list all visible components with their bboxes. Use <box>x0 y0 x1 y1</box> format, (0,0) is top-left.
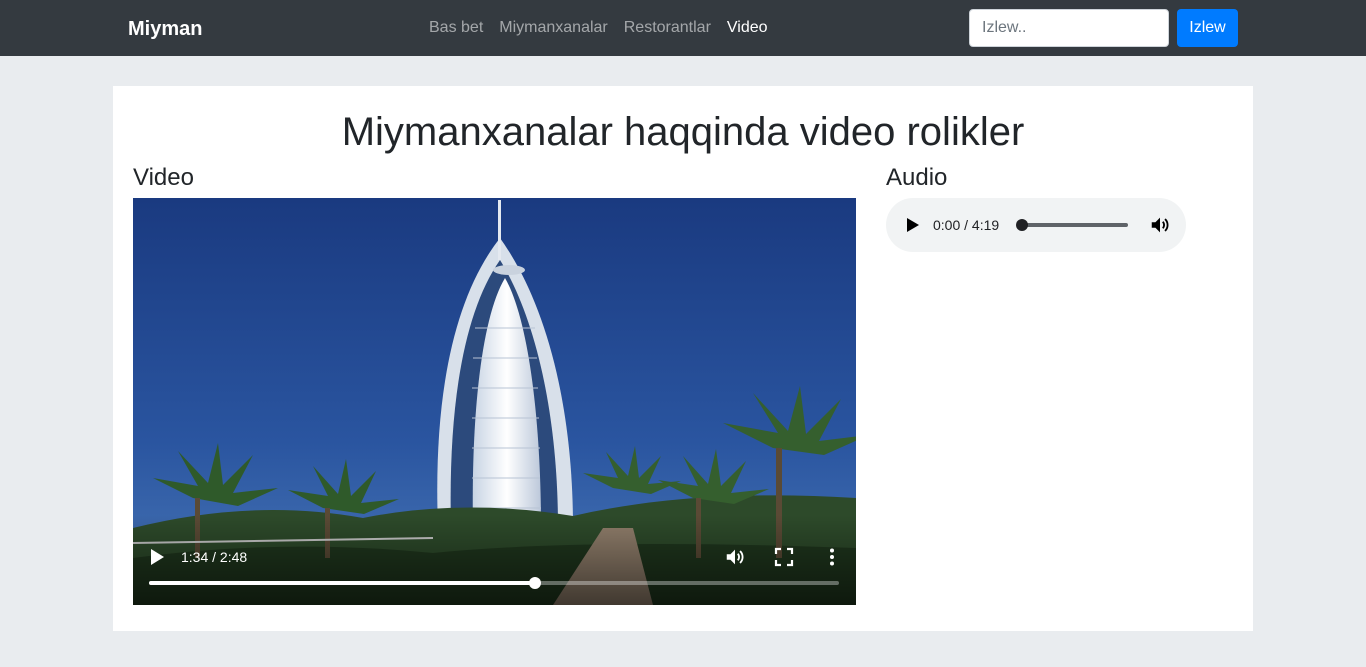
video-heading: Video <box>133 164 194 191</box>
nav-links: Bas bet Miymanxanalar Restorantlar Video <box>421 0 776 56</box>
play-icon[interactable] <box>149 548 165 566</box>
search-input[interactable] <box>969 9 1169 47</box>
video-player[interactable]: 1:34 / 2:48 <box>133 198 856 605</box>
audio-time-display: 0:00 / 4:19 <box>933 217 1000 233</box>
navbar: Miyman Bas bet Miymanxanalar Restorantla… <box>0 0 1366 56</box>
volume-icon[interactable] <box>1149 214 1171 236</box>
nav-link-restaurants[interactable]: Restorantlar <box>616 0 719 56</box>
nav-link-hotels[interactable]: Miymanxanalar <box>491 0 615 56</box>
nav-link-video[interactable]: Video <box>719 0 776 56</box>
fullscreen-icon[interactable] <box>774 547 794 567</box>
content-card: Miymanxanalar haqqinda video rolikler Vi… <box>113 86 1253 631</box>
brand-logo[interactable]: Miyman <box>128 17 202 41</box>
search-button[interactable]: Izlew <box>1177 9 1238 47</box>
volume-icon[interactable] <box>724 546 746 568</box>
audio-heading: Audio <box>886 164 948 191</box>
audio-player[interactable]: 0:00 / 4:19 <box>886 198 1186 252</box>
video-progress-bar[interactable] <box>149 577 839 589</box>
video-progress-fill <box>149 581 536 585</box>
page-title: Miymanxanalar haqqinda video rolikler <box>341 110 1025 154</box>
audio-progress-handle[interactable] <box>1016 219 1028 231</box>
nav-link-home[interactable]: Bas bet <box>421 0 491 56</box>
audio-progress-bar[interactable] <box>1016 219 1128 231</box>
video-time-display: 1:34 / 2:48 <box>181 549 248 565</box>
more-options-icon[interactable] <box>822 547 842 567</box>
play-icon[interactable] <box>906 217 920 233</box>
